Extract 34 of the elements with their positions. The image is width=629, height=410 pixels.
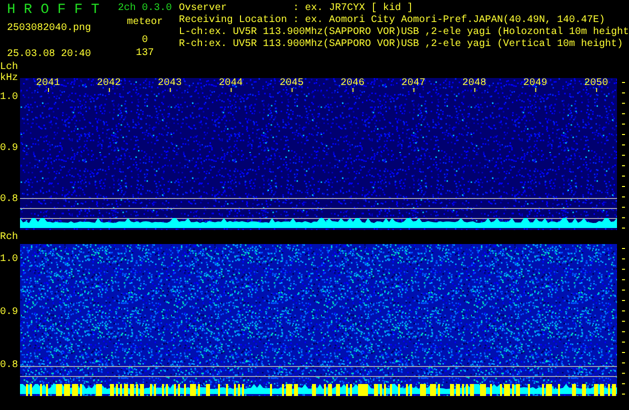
frequency-label: 1.0 — [0, 92, 18, 103]
time-label: 2049 — [523, 78, 548, 89]
time-label: 2043 — [158, 78, 182, 89]
unit-label: kHz — [0, 73, 18, 84]
info-value: ex. Aomori City Aomori-Pref.JAPAN(40.49N, 140.47E) — [304, 15, 605, 26]
time-label: 2050 — [584, 78, 608, 89]
frequency-label: 0.8 — [0, 194, 18, 205]
channel-label: Rch — [0, 232, 18, 243]
app-title: H R O F F T — [7, 2, 100, 19]
time-label: 2042 — [96, 78, 121, 89]
info-separator: : — [292, 15, 300, 26]
info-label: Receiving Location — [178, 15, 288, 26]
time-label: 2044 — [218, 78, 243, 89]
time-label: 2048 — [462, 78, 486, 89]
channel-label: Lch — [0, 62, 18, 73]
meteor-label: meteor — [126, 17, 163, 29]
time-label: 2041 — [36, 78, 60, 89]
meteor-count: 0 — [142, 34, 148, 47]
version-label: 2ch 0.3.0 — [118, 3, 172, 15]
frequency-label: 1.0 — [0, 254, 18, 265]
time-label: 2047 — [401, 78, 426, 89]
meteor-count: 137 — [136, 47, 154, 60]
date-time: 25.03.08 20:40 — [7, 49, 92, 61]
time-label: 2046 — [340, 78, 365, 89]
frequency-label: 0.9 — [0, 143, 18, 154]
file-name: 2503082040.png — [7, 23, 92, 35]
info-value: ex. JR7CYX [ kid ] — [304, 3, 413, 14]
info-label: Ovserver — [178, 3, 228, 14]
info-separator: : — [292, 3, 300, 15]
time-label: 2045 — [280, 78, 304, 89]
frequency-label: 0.8 — [0, 360, 18, 371]
frequency-label: 0.9 — [0, 307, 18, 318]
channel-description: R-ch:ex. UV5R 113.900Mhz(SAPPORO VOR)USB ,2-ele yagi (Vertical 10m height) — [178, 39, 624, 51]
channel-description: L-ch:ex. UV5R 113.900Mhz(SAPPORO VOR)USB ,2-ele yagi (Holozontal 10m height — [178, 27, 629, 38]
